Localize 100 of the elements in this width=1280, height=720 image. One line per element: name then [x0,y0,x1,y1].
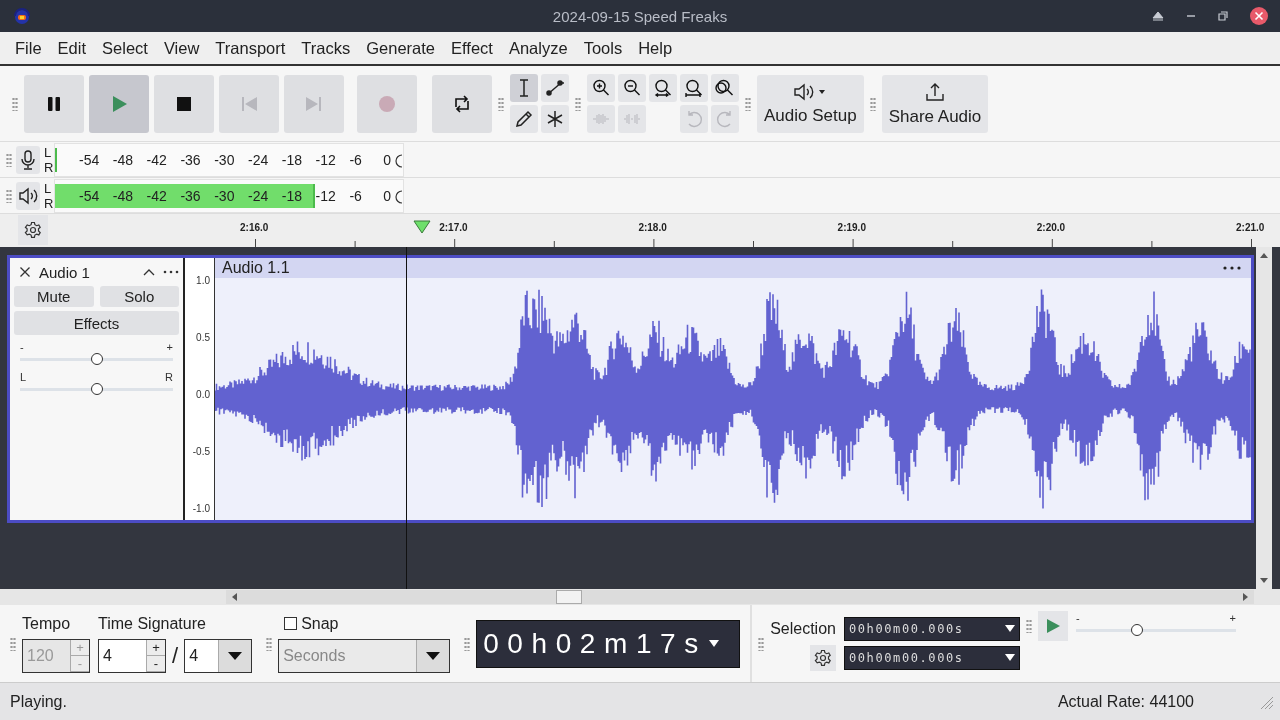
decrement-button[interactable]: - [147,655,165,672]
meter-scale-label: 0 [383,187,391,204]
audio-track[interactable]: Audio 1 Mute Solo Effects - + L R 1.0 0.5 0.0 -0.5 -1.0 Audio 1.1 [7,255,1254,523]
menu-item[interactable]: Select [102,38,148,58]
playback-meter[interactable]: -54 -48 -42 -36 -30 -24 -18 -12 -6 0 [54,178,404,213]
microphone-button[interactable] [16,145,40,174]
clip-indicator-icon [393,151,403,170]
meter-scale-label: -42 [146,187,167,204]
play-at-speed-button[interactable] [1037,611,1068,641]
slider-thumb[interactable] [1130,624,1143,636]
slider-thumb[interactable] [90,353,103,365]
clip-indicator-icon [393,187,403,206]
speaker-icon [793,81,828,102]
more-icon[interactable] [163,270,179,274]
playhead-icon[interactable] [413,220,431,234]
pause-button[interactable] [24,74,84,133]
slider-label: + [1229,612,1236,624]
menu-item[interactable]: Help [638,38,673,58]
gear-icon [24,221,42,239]
scale-label: 0.0 [196,388,210,400]
zoom-toggle-button[interactable] [711,74,739,102]
fit-project-button[interactable] [680,74,708,102]
increment-button[interactable]: + [147,639,165,656]
meter-scale-label: -18 [281,151,303,168]
maximize-icon[interactable] [1218,11,1228,21]
menu-item[interactable]: Tools [583,38,623,58]
zoom-in-button[interactable] [587,74,615,102]
mute-button[interactable]: Mute [14,286,94,307]
vertical-scrollbar[interactable] [1256,247,1272,589]
timeline-settings-button[interactable] [18,215,48,245]
audio-setup-button[interactable]: Audio Setup [757,74,864,133]
channel-label: R [44,159,54,175]
solo-button[interactable]: Solo [99,286,179,307]
gear-icon [813,648,832,667]
draw-tool-button[interactable] [510,105,538,133]
selection-end-field[interactable]: 00h00m00.000s [843,645,1020,670]
dropdown-arrow-icon [228,651,243,660]
scroll-right-icon[interactable] [1242,592,1250,602]
time-signature-upper-field[interactable]: 4 + - [98,638,166,673]
dropdown-arrow-icon [708,640,719,647]
time-signature-label: Time Signature [98,614,207,633]
menu-item[interactable]: File [15,38,42,58]
zoom-out-button[interactable] [618,74,646,102]
zoom-out-icon [622,78,642,98]
scroll-left-icon[interactable] [230,592,238,602]
record-meter[interactable]: -54 -48 -42 -36 -30 -24 -18 -12 -6 0 [54,142,404,177]
speaker-button[interactable] [16,181,40,210]
speaker-icon [18,186,38,205]
menu-item[interactable]: Analyze [508,38,568,58]
effects-button[interactable]: Effects [14,311,179,335]
time-display[interactable]: 00h02m17s [476,619,741,668]
time-label: 2:16.0 [240,222,269,233]
menu-item[interactable]: View [163,38,200,58]
selection-start-field[interactable]: 00h00m00.000s [843,616,1020,641]
channel-label: L [44,180,53,196]
meter-scale-label: -6 [349,187,362,204]
sample-rate-text: Actual Rate: 44100 [1057,692,1194,711]
time-signature-lower-dropdown[interactable]: 4 [184,638,253,673]
meter-scale-label: -30 [214,151,235,168]
toolbar-grip[interactable] [1025,619,1032,633]
slider-thumb[interactable] [90,383,103,395]
time-label: 2:19.0 [837,222,866,233]
menu-item[interactable]: Generate [366,38,436,58]
dropdown-arrow-icon [426,651,441,660]
menu-item[interactable]: Edit [57,38,87,58]
horizontal-scrollbar[interactable] [226,590,1254,604]
slider-label: - [1075,612,1080,624]
envelope-tool-button[interactable] [541,74,569,102]
stop-button[interactable] [154,74,214,133]
status-text: Playing. [10,692,67,711]
scroll-up-icon[interactable] [1259,251,1269,259]
more-icon[interactable] [1223,266,1241,270]
meter-scale-label: -6 [349,151,362,168]
meter-scale-label: 0 [383,151,391,168]
meter-scale-label: -24 [248,151,269,168]
zoom-toggle-icon [715,78,735,98]
menu-item[interactable]: Effect [451,38,493,58]
meter-scale-label: -30 [214,187,235,204]
slider-label: R [165,371,173,383]
scroll-down-icon[interactable] [1259,577,1269,585]
menu-item[interactable]: Tracks [301,38,351,58]
track-name[interactable]: Audio 1 [39,263,135,281]
collapse-icon[interactable] [143,268,155,276]
menu-item[interactable]: Transport [215,38,286,58]
select-tool-button[interactable] [510,74,538,102]
fit-selection-button[interactable] [649,74,677,102]
play-button[interactable] [89,74,149,133]
share-audio-button[interactable]: Share Audio [881,74,989,133]
clip-title-bar[interactable]: Audio 1.1 [215,258,1251,278]
meter-scale-label: -48 [112,151,134,168]
close-icon[interactable] [19,266,31,278]
scale-label: -1.0 [192,502,210,514]
meter-scale-label: -18 [281,187,303,204]
multi-tool-button[interactable] [541,105,569,133]
snap-checkbox[interactable] [284,617,298,630]
scrollbar-thumb[interactable] [556,590,582,604]
loop-button[interactable] [432,74,492,133]
close-icon[interactable] [1250,7,1268,25]
selection-settings-button[interactable] [809,644,836,671]
keep-above-icon[interactable] [1152,11,1164,21]
